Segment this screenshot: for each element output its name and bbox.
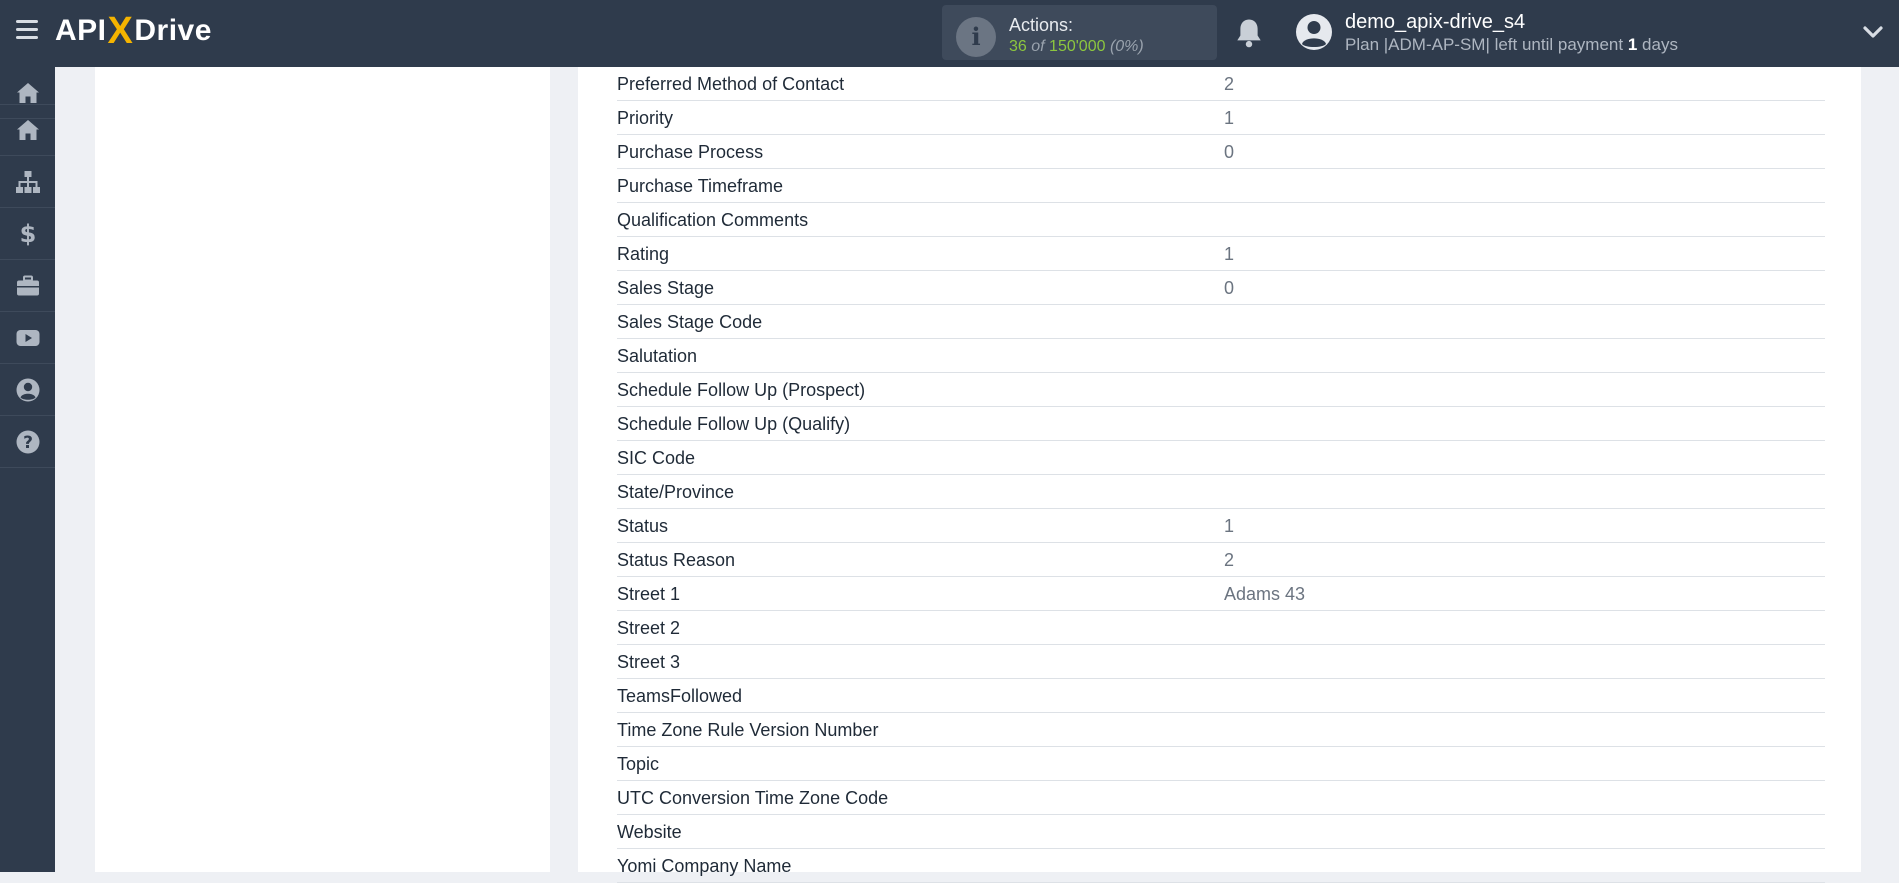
actions-counter[interactable]: i Actions: 36 of 150'000 (0%) [942,5,1217,60]
field-row: Street 3 [617,645,1825,679]
home-icon [16,82,39,103]
field-row: Purchase Timeframe [617,169,1825,203]
field-row: Status Reason 2 [617,543,1825,577]
field-row: TeamsFollowed [617,679,1825,713]
field-row: Street 1 Adams 43 [617,577,1825,611]
field-name: Purchase Process [617,142,764,162]
field-row: Status 1 [617,509,1825,543]
field-row: Schedule Follow Up (Prospect) [617,373,1825,407]
field-name: Street 1 [617,584,681,604]
actions-percent: (0%) [1109,38,1144,55]
field-value: 2 [1224,74,1235,94]
sidebar-item-profile[interactable] [0,364,55,416]
field-name: Topic [617,754,660,774]
help-icon: ? [16,430,39,453]
field-name: Salutation [617,346,698,366]
field-value: 0 [1224,278,1235,298]
youtube-icon [16,329,39,346]
actions-counts: 36 of 150'000 (0%) [1009,38,1144,56]
field-row: UTC Conversion Time Zone Code [617,781,1825,815]
field-row: Salutation [617,339,1825,373]
sidebar-item-help[interactable]: ? [0,416,55,468]
sidebar-item-home-nav[interactable] [0,104,55,156]
notifications-bell-icon[interactable] [1234,17,1264,49]
sitemap-icon [15,170,40,193]
field-name: Rating [617,244,670,264]
field-row: Purchase Process 0 [617,135,1825,169]
field-row: Sales Stage 0 [617,271,1825,305]
field-name: UTC Conversion Time Zone Code [617,788,889,808]
logo-part-api: API [55,14,107,47]
field-value: 1 [1224,244,1235,264]
dollar-icon: $ [19,221,36,247]
field-row: Website [617,815,1825,849]
field-row: Topic [617,747,1825,781]
svg-text:$: $ [19,221,36,247]
chevron-down-icon[interactable] [1862,22,1884,42]
plan-text: Plan |ADM-AP-SM| left until payment [1345,35,1624,54]
logo-part-x: X [107,9,134,52]
field-name: Sales Stage Code [617,312,763,332]
field-value: 0 [1224,142,1235,162]
field-row: Priority 1 [617,101,1825,135]
field-name: Status [617,516,669,536]
main-panel: Preferred Method of Contact 2 Priority 1 Pur… [578,67,1861,883]
plan-days-count: 1 [1627,35,1638,54]
left-panel [95,67,550,872]
field-value: Adams 43 [1224,584,1306,604]
field-value: 1 [1224,108,1235,128]
field-name: Preferred Method of Contact [617,74,845,94]
user-name[interactable]: demo_apix-drive_s4 [1345,11,1525,34]
sidebar-item-tools[interactable] [0,260,55,312]
user-plan-info: Plan |ADM-AP-SM| left until payment 1 da… [1345,35,1678,55]
field-name: Time Zone Rule Version Number [617,720,879,740]
actions-label: Actions: [1009,15,1074,35]
field-row: Sales Stage Code [617,305,1825,339]
field-name: Sales Stage [617,278,715,298]
field-name: Website [617,822,682,842]
field-name: Schedule Follow Up (Prospect) [617,380,866,400]
field-row: SIC Code [617,441,1825,475]
home-icon [16,120,39,140]
field-name: Street 2 [617,618,681,638]
field-row: Schedule Follow Up (Qualify) [617,407,1825,441]
actions-total: 150'000 [1049,38,1106,55]
field-name: Priority [617,108,674,128]
plan-days-suffix: days [1642,35,1678,54]
briefcase-icon [16,275,39,295]
info-icon: i [956,17,996,57]
top-bar: API X Drive i Actions: 36 of 150'000 (0%) … [0,0,1899,67]
sidebar-item-videos[interactable] [0,312,55,364]
actions-used: 36 [1009,38,1027,55]
field-name: Street 3 [617,652,681,672]
fields-table: Preferred Method of Contact 2 Priority 1 Pur… [617,67,1825,883]
user-avatar-icon[interactable] [1295,13,1333,51]
field-row: Time Zone Rule Version Number [617,713,1825,747]
field-name: SIC Code [617,448,696,468]
menu-toggle-icon[interactable] [16,20,38,40]
field-row: State/Province [617,475,1825,509]
field-value: 2 [1224,550,1235,570]
user-circle-icon [16,378,39,401]
apix-drive-logo[interactable]: API X Drive [55,9,212,53]
sidebar-item-billing[interactable]: $ [0,208,55,260]
field-name: Status Reason [617,550,736,570]
field-row: Street 2 [617,611,1825,645]
field-row: Rating 1 [617,237,1825,271]
field-row: Preferred Method of Contact 2 [617,67,1825,101]
field-name: Qualification Comments [617,210,809,230]
field-name: Schedule Follow Up (Qualify) [617,414,851,434]
field-value: 1 [1224,516,1235,536]
field-name: State/Province [617,482,735,502]
field-row: Yomi Company Name [617,849,1825,883]
field-name: Yomi Company Name [617,856,792,876]
field-name: Purchase Timeframe [617,176,784,196]
logo-part-drive: Drive [134,14,212,47]
svg-text:?: ? [23,433,33,453]
field-name: TeamsFollowed [617,686,743,706]
field-row: Qualification Comments [617,203,1825,237]
sidebar-item-connections[interactable] [0,156,55,208]
actions-of: of [1031,38,1045,55]
